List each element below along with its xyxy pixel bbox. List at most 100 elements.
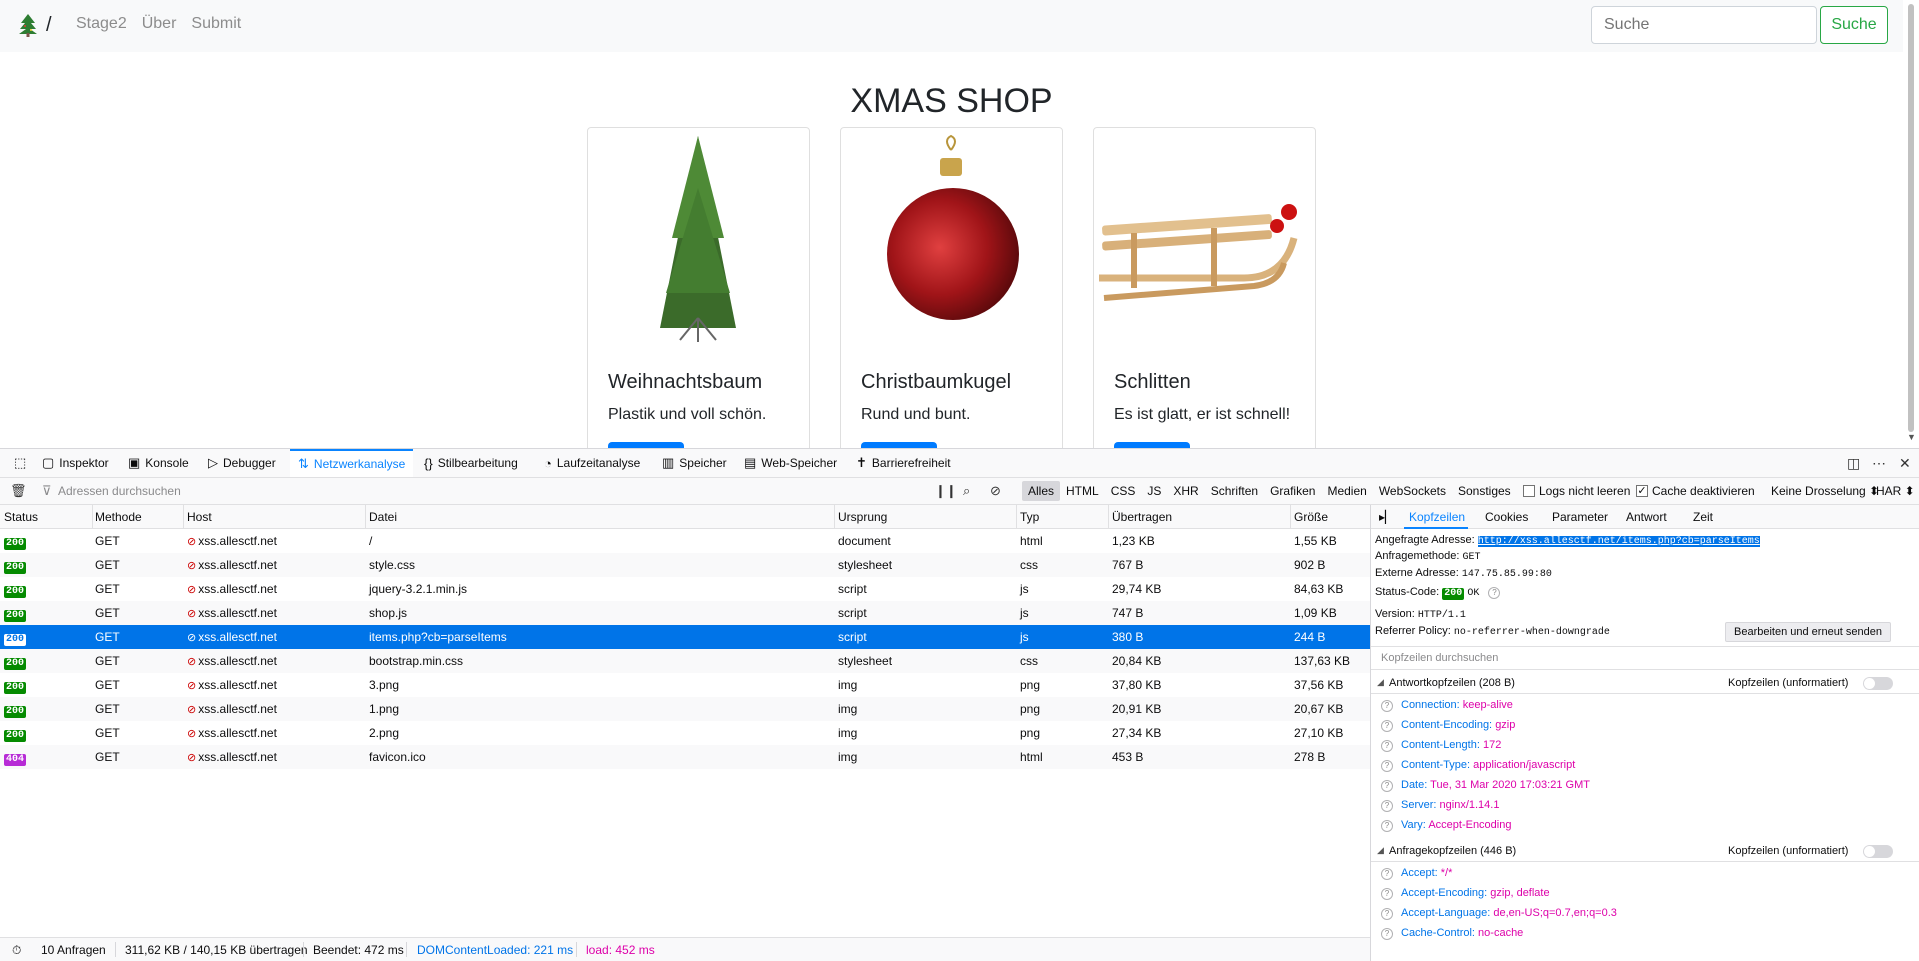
help-icon[interactable]: ?	[1381, 780, 1393, 792]
page-scrollbar-thumb[interactable]	[1908, 4, 1914, 432]
filter-fonts[interactable]: Schriften	[1205, 481, 1264, 501]
tab-memory[interactable]: ▥ Speicher	[654, 449, 735, 477]
url-filter-input[interactable]: Adressen durchsuchen	[58, 484, 181, 498]
block-icon[interactable]: ⊘	[990, 483, 1001, 499]
page-scrollbar[interactable]: ▼	[1903, 0, 1919, 448]
help-icon[interactable]: ?	[1381, 908, 1393, 920]
tab-style-editor[interactable]: {} Stilbearbeitung	[416, 449, 526, 477]
help-icon[interactable]: ?	[1381, 820, 1393, 832]
brand-link[interactable]: /	[18, 13, 52, 37]
tab-params[interactable]: Parameter	[1552, 510, 1608, 524]
tab-headers[interactable]: Kopfzeilen	[1409, 510, 1465, 524]
header-filter-input[interactable]: Kopfzeilen durchsuchen	[1371, 646, 1919, 670]
more-options-icon[interactable]: ⋯	[1872, 455, 1886, 472]
site-search-button[interactable]: Suche	[1820, 6, 1888, 44]
filter-other[interactable]: Sonstiges	[1452, 481, 1517, 501]
nav-link-stage2[interactable]: Stage2	[76, 15, 127, 33]
col-cause[interactable]: Ursprung	[838, 510, 887, 524]
col-size[interactable]: Größe	[1294, 510, 1328, 524]
pause-icon[interactable]: ❙❙	[935, 483, 957, 499]
col-file[interactable]: Datei	[369, 510, 397, 524]
cell-file: items.php?cb=parseItems	[369, 630, 507, 644]
header-row[interactable]: ? Cache-Control: no-cache	[1381, 927, 1523, 940]
help-icon[interactable]: ?	[1381, 800, 1393, 812]
header-row[interactable]: ? Accept: */*	[1381, 867, 1452, 880]
tab-inspector[interactable]: ▢ Inspektor	[34, 449, 117, 477]
help-icon[interactable]: ?	[1381, 760, 1393, 772]
col-host[interactable]: Host	[187, 510, 212, 524]
tab-performance[interactable]: ◔ Laufzeitanalyse	[536, 449, 648, 477]
header-row[interactable]: ? Date: Tue, 31 Mar 2020 17:03:21 GMT	[1381, 779, 1590, 792]
help-icon[interactable]: ?	[1381, 720, 1393, 732]
col-transferred[interactable]: Übertragen	[1112, 510, 1172, 524]
header-value: de,en-US;q=0.7,en;q=0.3	[1493, 907, 1617, 919]
help-icon[interactable]: ?	[1381, 888, 1393, 900]
trash-icon[interactable]: 🗑	[10, 483, 27, 499]
header-row[interactable]: ? Server: nginx/1.14.1	[1381, 799, 1499, 812]
har-menu[interactable]: HAR ⬍	[1876, 484, 1915, 498]
tab-timings[interactable]: Zeit	[1693, 510, 1713, 524]
filter-websockets[interactable]: WebSockets	[1373, 481, 1452, 501]
filter-js[interactable]: JS	[1141, 481, 1167, 501]
table-row[interactable]: 200 GET ⊘ xss.allesctf.net items.php?cb=pars…	[0, 625, 1370, 649]
header-row[interactable]: ? Content-Encoding: gzip	[1381, 719, 1515, 732]
tab-network[interactable]: ⇅ Netzwerkanalyse	[290, 449, 414, 477]
col-status[interactable]: Status	[4, 510, 38, 524]
filter-xhr[interactable]: XHR	[1167, 481, 1204, 501]
nav-link-about[interactable]: Über	[142, 15, 177, 33]
site-search-input[interactable]	[1591, 6, 1817, 44]
help-icon[interactable]: ?	[1381, 868, 1393, 880]
table-row[interactable]: 200 GET ⊘ xss.allesctf.net jquery-3.2.1.min.…	[0, 577, 1370, 601]
help-icon[interactable]: ?	[1488, 587, 1501, 599]
header-row[interactable]: ? Accept-Language: de,en-US;q=0.7,en;q=0.…	[1381, 907, 1617, 920]
table-row[interactable]: 200 GET ⊘ xss.allesctf.net / document html 1,23…	[0, 529, 1370, 553]
help-icon[interactable]: ?	[1381, 928, 1393, 940]
persist-logs-checkbox[interactable]: Logs nicht leeren	[1523, 484, 1630, 498]
filter-images[interactable]: Grafiken	[1264, 481, 1321, 501]
table-row[interactable]: 200 GET ⊘ xss.allesctf.net style.css styleshe…	[0, 553, 1370, 577]
tab-accessibility[interactable]: ✝ Barrierefreiheit	[848, 449, 959, 477]
close-icon[interactable]: ✕	[1899, 455, 1911, 472]
request-headers-section[interactable]: ◢ Anfragekopfzeilen (446 B) Kopfzeilen (…	[1371, 840, 1919, 862]
filter-media[interactable]: Medien	[1321, 481, 1372, 501]
header-row[interactable]: ? Connection: keep-alive	[1381, 699, 1513, 712]
col-type[interactable]: Typ	[1020, 510, 1039, 524]
toggle-sidebar-icon[interactable]: ▸▏	[1379, 510, 1394, 524]
tab-cookies[interactable]: Cookies	[1485, 510, 1528, 524]
raw-headers-toggle[interactable]	[1863, 677, 1893, 690]
header-row[interactable]: ? Accept-Encoding: gzip, deflate	[1381, 887, 1550, 900]
search-icon[interactable]: ⌕	[963, 483, 970, 499]
element-picker-icon[interactable]: ⬚	[6, 449, 34, 477]
scroll-down-arrow-icon[interactable]: ▼	[1907, 432, 1916, 442]
response-headers-section[interactable]: ◢ Antwortkopfzeilen (208 B) Kopfzeilen (…	[1371, 672, 1919, 694]
cell-file: 3.png	[369, 678, 400, 692]
col-method[interactable]: Methode	[95, 510, 142, 524]
product-description: Plastik und voll schön.	[608, 406, 767, 423]
throttling-select[interactable]: Keine Drosselung ⬍	[1771, 484, 1879, 498]
table-row[interactable]: 200 GET ⊘ xss.allesctf.net 3.png img png 37,80 …	[0, 673, 1370, 697]
request-url[interactable]: http://xss.allesctf.net/items.php?cb=par…	[1477, 536, 1760, 547]
header-row[interactable]: ? Vary: Accept-Encoding	[1381, 819, 1511, 832]
disable-cache-checkbox[interactable]: ✓ Cache deaktivieren	[1636, 484, 1755, 498]
table-row[interactable]: 200 GET ⊘ xss.allesctf.net 1.png img png 20,91 …	[0, 697, 1370, 721]
dock-side-icon[interactable]: ◫	[1847, 455, 1860, 472]
filter-html[interactable]: HTML	[1060, 481, 1105, 501]
tab-response[interactable]: Antwort	[1626, 510, 1667, 524]
table-row[interactable]: 200 GET ⊘ xss.allesctf.net bootstrap.min.css…	[0, 649, 1370, 673]
edit-and-resend-button[interactable]: Bearbeiten und erneut senden	[1725, 622, 1892, 642]
header-row[interactable]: ? Content-Type: application/javascript	[1381, 759, 1575, 772]
tab-storage[interactable]: ▤ Web-Speicher	[736, 449, 845, 477]
raw-headers-toggle[interactable]	[1863, 845, 1893, 858]
nav-link-submit[interactable]: Submit	[191, 15, 241, 33]
help-icon[interactable]: ?	[1381, 740, 1393, 752]
filter-all[interactable]: Alles	[1022, 481, 1061, 501]
tab-debugger[interactable]: ▷ Debugger	[200, 449, 284, 477]
cell-host: ⊘ xss.allesctf.net	[187, 582, 277, 596]
table-row[interactable]: 200 GET ⊘ xss.allesctf.net 2.png img png 27,34 …	[0, 721, 1370, 745]
help-icon[interactable]: ?	[1381, 700, 1393, 712]
tab-console[interactable]: ▣ Konsole	[120, 449, 197, 477]
header-row[interactable]: ? Content-Length: 172	[1381, 739, 1501, 752]
table-row[interactable]: 200 GET ⊘ xss.allesctf.net shop.js script js 74…	[0, 601, 1370, 625]
filter-css[interactable]: CSS	[1105, 481, 1142, 501]
table-row[interactable]: 404 GET ⊘ xss.allesctf.net favicon.ico img htm…	[0, 745, 1370, 769]
